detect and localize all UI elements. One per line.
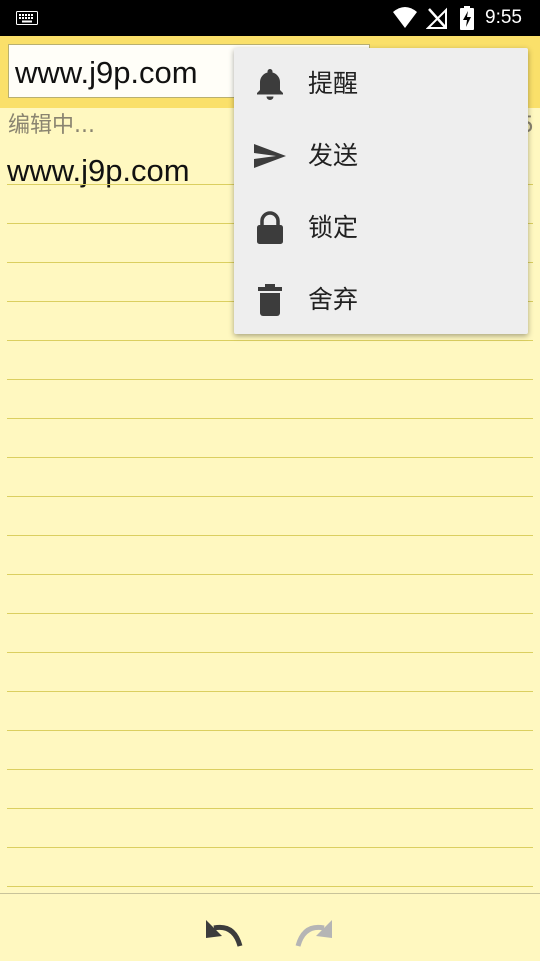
ruled-line <box>7 613 533 614</box>
undo-icon[interactable] <box>200 914 246 954</box>
lock-icon <box>257 211 283 244</box>
ruled-line <box>7 847 533 848</box>
no-signal-icon <box>426 7 447 29</box>
menu-item-label: 舍弃 <box>308 285 359 314</box>
status-clock: 9:55 <box>485 7 522 28</box>
wifi-icon <box>393 7 417 28</box>
ruled-line <box>7 457 533 458</box>
ruled-line <box>7 886 533 887</box>
ruled-line <box>7 652 533 653</box>
ruled-line <box>7 691 533 692</box>
menu-item-send[interactable]: 发送 <box>234 120 528 192</box>
bottom-action-bar <box>0 893 540 961</box>
menu-item-remind[interactable]: 提醒 <box>234 48 528 120</box>
ruled-line <box>7 730 533 731</box>
note-title-text: www.j9p.com <box>15 55 198 90</box>
status-bar: 9:55 <box>0 0 540 36</box>
menu-item-discard[interactable]: 舍弃 <box>234 264 528 336</box>
ruled-line <box>7 808 533 809</box>
ruled-line <box>7 574 533 575</box>
keyboard-icon <box>16 11 38 25</box>
bell-icon <box>257 69 283 100</box>
send-icon <box>254 144 286 168</box>
editing-status-text: 编辑中... <box>8 113 95 138</box>
overflow-menu: 提醒 发送 锁定 舍弃 <box>234 48 528 334</box>
ruled-line <box>7 418 533 419</box>
ruled-line <box>7 340 533 341</box>
ruled-line <box>7 379 533 380</box>
ruled-line <box>7 535 533 536</box>
trash-icon <box>258 284 282 316</box>
battery-charging-icon <box>460 6 474 30</box>
ruled-line <box>7 496 533 497</box>
menu-item-label: 发送 <box>308 141 359 170</box>
menu-item-label: 锁定 <box>308 213 359 242</box>
ruled-line <box>7 769 533 770</box>
menu-item-lock[interactable]: 锁定 <box>234 192 528 264</box>
redo-icon[interactable] <box>292 914 338 954</box>
menu-item-label: 提醒 <box>308 69 359 98</box>
